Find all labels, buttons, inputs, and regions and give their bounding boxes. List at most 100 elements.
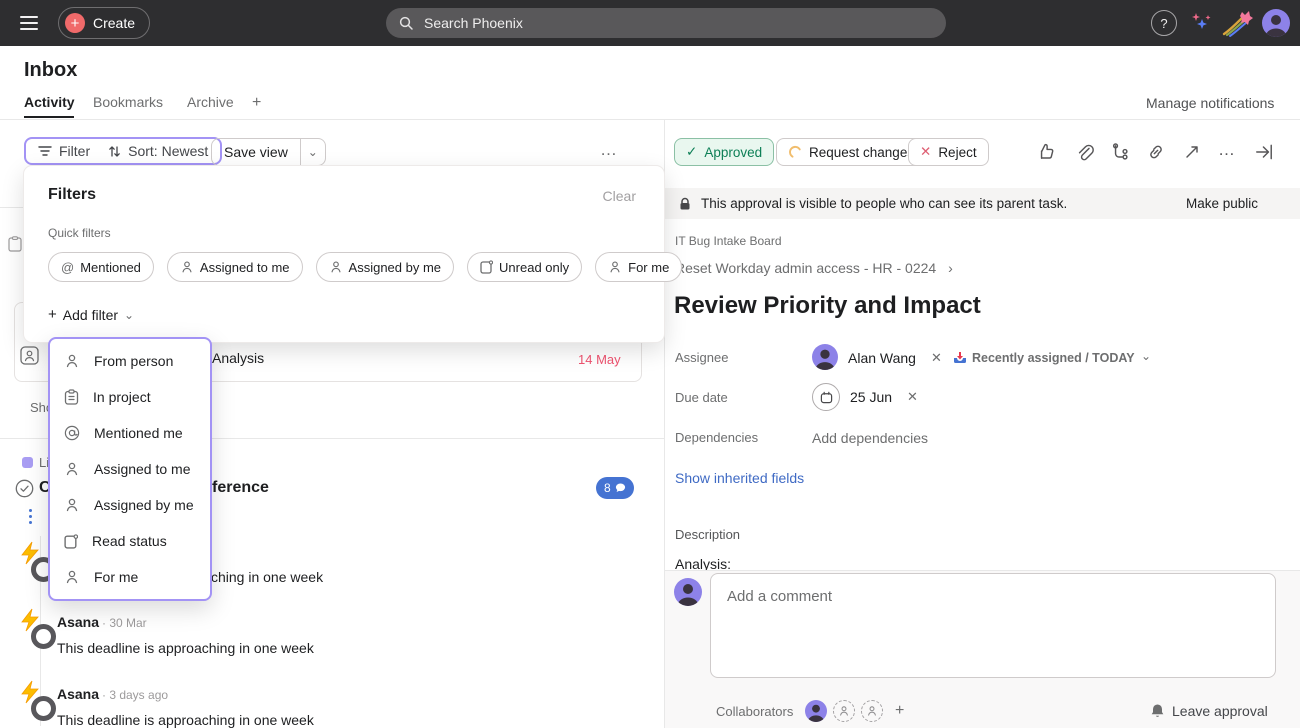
at-icon <box>64 425 80 441</box>
add-filter-button[interactable]: + Add filter ⌄ <box>48 306 134 323</box>
request-changes-button[interactable]: Request changes <box>776 138 926 166</box>
save-view-chevron-button[interactable]: ⌄ <box>300 139 325 165</box>
show-inherited-fields-link[interactable]: Show inherited fields <box>675 470 804 486</box>
comment-count-badge[interactable]: 8 <box>596 477 634 499</box>
assignee-avatar[interactable] <box>812 344 838 370</box>
tab-archive[interactable]: Archive <box>187 94 234 110</box>
tab-bookmarks[interactable]: Bookmarks <box>93 94 163 110</box>
bot-avatar-ring <box>31 624 56 649</box>
help-button[interactable]: ? <box>1151 10 1177 36</box>
menu-item-for-me[interactable]: For me <box>50 559 210 595</box>
collapse-pane-button[interactable] <box>1254 142 1274 162</box>
menu-item-assigned-by-me[interactable]: Assigned by me <box>50 487 210 523</box>
inbox-row-title-fragment[interactable]: Analysis <box>212 350 264 366</box>
menu-item-from-person[interactable]: From person <box>50 343 210 379</box>
comment-input-box[interactable] <box>710 573 1276 678</box>
task-overflow-button[interactable]: … <box>1218 140 1236 160</box>
inbox-row-due-date: 14 May <box>578 352 621 367</box>
approved-button[interactable]: ✓ Approved <box>674 138 774 166</box>
celebration-icon[interactable] <box>1222 8 1254 38</box>
menu-item-label: Read status <box>92 533 167 549</box>
filters-panel: Filters Clear Quick filters @ Mentioned … <box>24 166 664 342</box>
menu-item-mentioned-me[interactable]: Mentioned me <box>50 415 210 451</box>
chevron-right-icon: › <box>948 260 953 276</box>
reject-button[interactable]: ✕ Reject <box>908 138 989 166</box>
thread-dot <box>29 521 32 524</box>
breadcrumb-board[interactable]: IT Bug Intake Board <box>675 234 782 248</box>
subtasks-button[interactable] <box>1110 142 1130 162</box>
copy-link-button[interactable] <box>1146 142 1166 162</box>
header-divider <box>0 119 1300 120</box>
request-changes-label: Request changes <box>809 145 914 160</box>
active-tab-underline <box>24 116 74 118</box>
quick-filters-label: Quick filters <box>48 226 111 240</box>
at-icon: @ <box>61 260 74 275</box>
filter-sort-button-group: Filter Sort: Newest <box>24 137 222 165</box>
collaborator-placeholder-icon[interactable] <box>861 700 883 722</box>
check-circle-icon[interactable] <box>15 479 34 498</box>
person-icon <box>64 497 80 513</box>
save-view-button[interactable]: Save view <box>212 139 300 165</box>
tab-activity[interactable]: Activity <box>24 94 75 110</box>
menu-item-assigned-to-me[interactable]: Assigned to me <box>50 451 210 487</box>
request-changes-icon <box>788 145 802 159</box>
remove-due-date-button[interactable]: ✕ <box>907 389 918 405</box>
filter-button[interactable]: Filter <box>38 143 90 159</box>
chip-label: Unread only <box>499 260 569 275</box>
search-input[interactable] <box>422 14 934 32</box>
menu-item-read-status[interactable]: Read status <box>50 523 210 559</box>
feed-text: This deadline is approaching in one week <box>57 640 314 656</box>
search-icon <box>398 15 414 31</box>
create-button[interactable]: + Create <box>58 7 150 39</box>
expand-button[interactable] <box>1182 142 1202 162</box>
description-label: Description <box>675 527 740 542</box>
like-button[interactable] <box>1038 142 1058 162</box>
due-date-value[interactable]: 25 Jun <box>850 389 892 405</box>
person-icon <box>64 353 80 369</box>
dependencies-label: Dependencies <box>675 430 758 445</box>
breadcrumb-parent-task[interactable]: Reset Workday admin access - HR - 0224 › <box>675 260 953 276</box>
collaborator-avatar[interactable] <box>805 700 827 722</box>
hamburger-menu-icon[interactable] <box>20 14 38 32</box>
collaborator-placeholder-icon[interactable] <box>833 700 855 722</box>
attachment-button[interactable] <box>1074 142 1094 162</box>
reject-label: Reject <box>938 145 976 160</box>
add-dependencies-button[interactable]: Add dependencies <box>812 430 928 446</box>
chip-mentioned[interactable]: @ Mentioned <box>48 252 154 282</box>
sort-icon <box>108 145 121 158</box>
chip-unread-only[interactable]: Unread only <box>467 252 582 282</box>
chip-assigned-by-me[interactable]: Assigned by me <box>316 252 455 282</box>
chip-label: For me <box>628 260 669 275</box>
list-overflow-button[interactable]: … <box>600 140 619 160</box>
task-title-fragment-end[interactable]: ference <box>212 479 269 497</box>
feed-timestamp: · 30 Mar <box>102 616 147 630</box>
comment-input[interactable] <box>711 574 1275 677</box>
add-collaborator-button[interactable]: + <box>895 702 904 720</box>
task-title[interactable]: Review Priority and Impact <box>674 292 981 320</box>
chip-for-me[interactable]: For me <box>595 252 682 282</box>
feed-source[interactable]: Asana <box>57 614 99 630</box>
thread-dot <box>29 515 32 518</box>
user-avatar[interactable] <box>1262 9 1290 37</box>
menu-item-in-project[interactable]: In project <box>50 379 210 415</box>
person-icon <box>64 461 80 477</box>
lock-icon <box>679 197 691 211</box>
leave-approval-button[interactable]: Leave approval <box>1150 703 1268 719</box>
calendar-icon[interactable] <box>812 383 840 411</box>
assignee-name[interactable]: Alan Wang <box>848 350 916 366</box>
quick-filter-chips: @ Mentioned Assigned to me Assigned by m… <box>48 252 682 282</box>
bot-avatar-ring <box>31 696 56 721</box>
ai-sparkles-icon[interactable] <box>1188 10 1214 36</box>
remove-assignee-button[interactable]: ✕ <box>931 350 942 366</box>
chip-assigned-to-me[interactable]: Assigned to me <box>167 252 303 282</box>
add-tab-button[interactable]: + <box>252 94 261 112</box>
chevron-down-icon[interactable]: ⌄ <box>1141 349 1151 363</box>
clear-filters-button[interactable]: Clear <box>603 188 636 204</box>
make-public-button[interactable]: Make public <box>1186 196 1258 211</box>
sort-button[interactable]: Sort: Newest <box>108 143 208 159</box>
assignee-section-meta[interactable]: Recently assigned / TODAY <box>972 351 1135 365</box>
check-icon: ✓ <box>686 144 697 160</box>
manage-notifications-link[interactable]: Manage notifications <box>1146 95 1274 111</box>
feed-source[interactable]: Asana <box>57 686 99 702</box>
search-bar[interactable] <box>386 8 946 38</box>
